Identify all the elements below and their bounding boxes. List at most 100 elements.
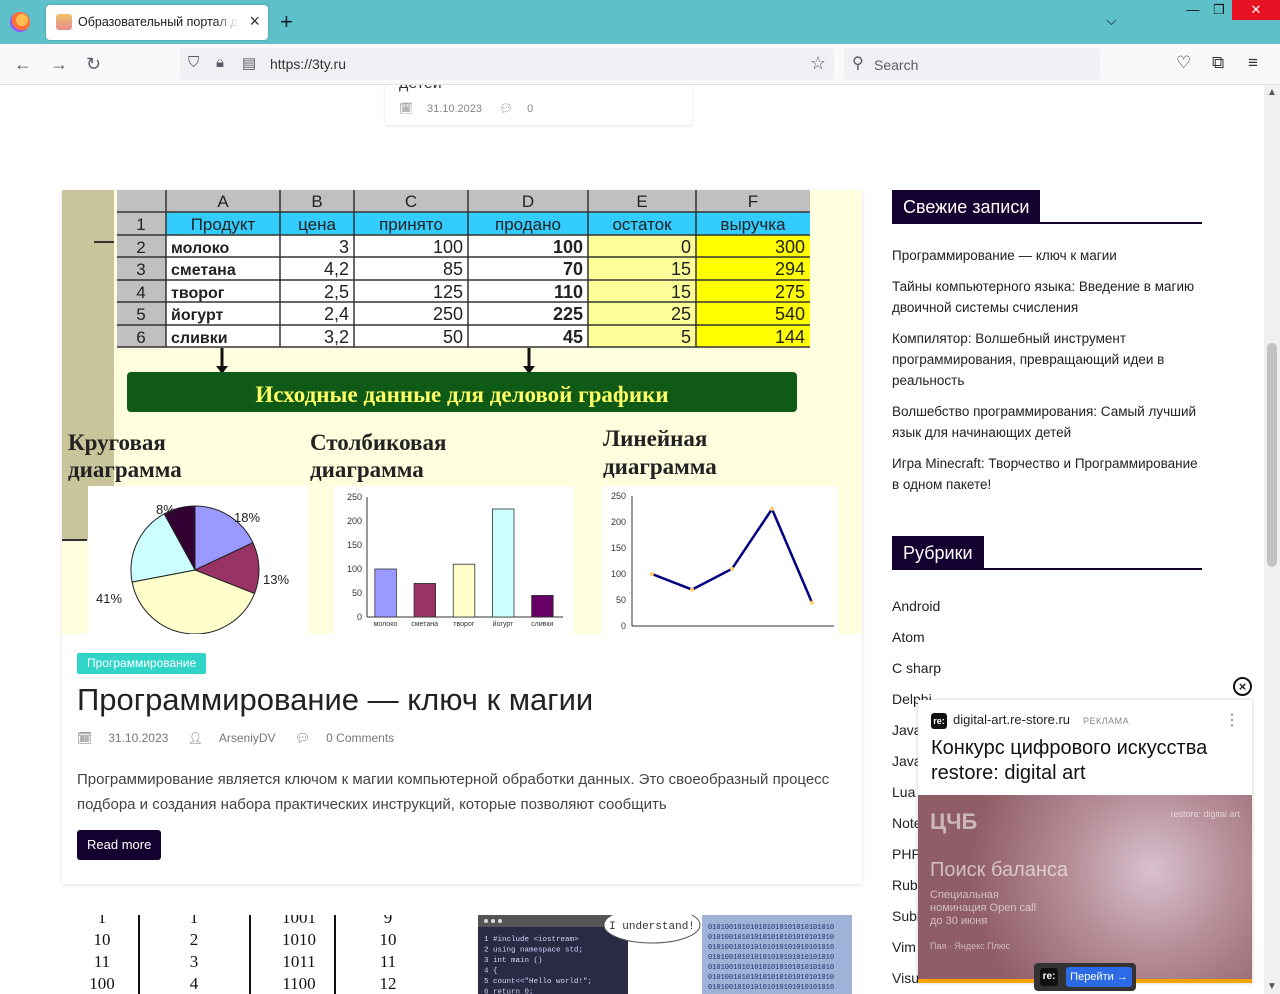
line-y-tick: 200 xyxy=(611,517,626,527)
sheet-cell: творог xyxy=(171,285,225,302)
sheet-cell: 50 xyxy=(443,327,463,347)
previous-post-card[interactable]: детей 🗓︎ 31.10.2023 💬︎ 0 xyxy=(385,85,692,125)
search-input[interactable]: ⚲ Search xyxy=(844,48,1100,80)
ad-visual-brand: restore: digital art xyxy=(1170,809,1240,819)
post-thumbnail-image[interactable]: A B C D E F 1 2 3 4 5 6 Продукт цена принято продано ост… xyxy=(62,190,862,634)
previous-post-title[interactable]: детей xyxy=(399,85,442,93)
sheet-cell: 125 xyxy=(433,282,463,302)
bookmark-star-icon[interactable]: ☆ xyxy=(810,53,826,74)
user-icon: 👤︎ xyxy=(187,731,203,745)
sheet-field-header: Продукт xyxy=(191,215,256,234)
active-tab[interactable]: Образовательный портал для × xyxy=(46,5,268,40)
read-more-button[interactable]: Read more xyxy=(77,830,162,860)
ad-image[interactable]: ЦЧБ restore: digital art Поиск баланса С… xyxy=(918,795,1252,983)
tab-title: Образовательный портал для xyxy=(78,15,238,29)
scrollbar-thumb[interactable] xyxy=(1267,343,1277,567)
line-point xyxy=(730,566,734,571)
sheet-cell: 45 xyxy=(563,327,583,347)
ad-visual-subtext: Специальная номинация Open call до 30 ию… xyxy=(930,889,1037,927)
ad-headline[interactable]: Конкурс цифрового искусства restore: dig… xyxy=(931,736,1231,786)
recent-posts-title: Свежие записи xyxy=(892,190,1041,224)
page-viewport: детей 🗓︎31.10.2023 💬︎0 ABCDEF123456Проду… xyxy=(0,85,1264,994)
sheet-cell: 4,2 xyxy=(324,259,349,279)
menu-hamburger-icon[interactable]: ≡ xyxy=(1248,53,1258,73)
binary-cell: 1 xyxy=(98,915,107,927)
close-tab-icon[interactable]: × xyxy=(249,11,260,32)
line-point xyxy=(690,587,694,592)
reload-icon[interactable]: ↻ xyxy=(86,54,101,75)
pocket-icon[interactable]: ♡ xyxy=(1176,53,1191,73)
page-scrollbar[interactable]: ▲ ▼ xyxy=(1264,85,1280,994)
post-date[interactable]: 31.10.2023 xyxy=(108,731,168,745)
recent-post-link[interactable]: Волшебство программирования: Самый лучши… xyxy=(892,401,1204,443)
binary-cell: 4 xyxy=(190,974,199,993)
ad-go-button[interactable]: Перейти → xyxy=(1066,967,1132,987)
shield-icon[interactable]: ⛉ xyxy=(188,54,199,71)
code-post-card[interactable]: 1 #include <iostream> 2 using namespace s… xyxy=(472,915,862,994)
line-title-line1: Линейная xyxy=(603,426,707,451)
binary-cell: 11 xyxy=(94,952,110,971)
category-link[interactable]: Atom xyxy=(892,622,1204,653)
advertisement[interactable]: re: digital-art.re-store.ru РЕКЛАМА ⋮ Ко… xyxy=(918,700,1252,983)
bar xyxy=(492,508,515,618)
firefox-icon[interactable] xyxy=(10,12,30,32)
featured-post-card: A B C D E F 1 2 3 4 5 6 Продукт цена принято продано ост… xyxy=(62,190,862,884)
bar xyxy=(413,582,437,618)
post-comments[interactable]: 0 Comments xyxy=(326,731,394,745)
category-badge[interactable]: Программирование xyxy=(77,653,207,674)
category-link[interactable]: C sharp xyxy=(892,653,1204,684)
post-title[interactable]: Программирование — ключ к магии xyxy=(77,682,593,718)
comment-icon: 💬︎ xyxy=(294,731,311,745)
ad-more-options-icon[interactable]: ⋮ xyxy=(1224,710,1240,730)
bar xyxy=(452,563,476,618)
new-tab-plus-icon[interactable]: + xyxy=(280,9,293,35)
category-link[interactable]: Android xyxy=(892,591,1204,622)
sheet-row-number: 5 xyxy=(136,305,145,324)
ad-visual-footer: Пая · Яндекс Плюс xyxy=(930,941,1011,951)
sheet-cell: 275 xyxy=(775,282,805,302)
sheet-row-number: 6 xyxy=(136,328,145,347)
address-bar[interactable]: ⛉ 🔒︎ ▤ https://3ty.ru ☆ xyxy=(180,48,834,80)
url-text[interactable]: https://3ty.ru xyxy=(270,56,346,72)
pie-label-41: 41% xyxy=(96,591,122,606)
binary-cell: 3 xyxy=(190,952,199,971)
recent-post-link[interactable]: Программирование — ключ к магии xyxy=(892,245,1204,266)
sheet-cell: 100 xyxy=(433,237,463,257)
binary-cell: 100 xyxy=(89,974,115,993)
ad-cta[interactable]: re: Перейти → xyxy=(1034,963,1136,991)
categories-heading: Рубрики xyxy=(892,536,1202,570)
ad-close-icon[interactable]: × xyxy=(1233,677,1252,696)
sheet-cell: 2,4 xyxy=(324,304,349,324)
post-meta: 🗓︎ 31.10.2023 👤︎ ArseniyDV 💬︎ 0 Comments xyxy=(77,731,410,745)
recent-post-link[interactable]: Тайны компьютерного языка: Введение в ма… xyxy=(892,276,1204,318)
calendar-icon: 🗓︎ xyxy=(77,731,93,745)
recent-post-link[interactable]: Игра Minecraft: Творчество и Программиро… xyxy=(892,453,1204,495)
code-line: 3 int main () xyxy=(484,957,543,965)
reader-view-icon[interactable]: ▤ xyxy=(242,54,256,72)
lock-icon[interactable]: 🔒︎ xyxy=(216,54,224,71)
back-arrow-icon[interactable]: ← xyxy=(14,54,32,75)
bar-x-label: сливки xyxy=(531,621,553,628)
ad-cta-logo: re: xyxy=(1040,968,1058,986)
extensions-icon[interactable]: ⧉ xyxy=(1212,53,1224,73)
ad-brand-logo: re: xyxy=(931,713,947,729)
binary-table-image: 1 1 1001 910 2 1010 1011 3 1011 11100 4 1100 12 xyxy=(62,915,422,994)
forward-arrow-icon[interactable]: → xyxy=(50,54,68,75)
post-author[interactable]: ArseniyDV xyxy=(219,731,276,745)
scroll-up-icon[interactable]: ▲ xyxy=(1267,87,1277,98)
navigation-toolbar: ← → ↻ ⛉ 🔒︎ ▤ https://3ty.ru ☆ ⚲ Search ♡… xyxy=(0,44,1280,85)
previous-post-comments[interactable]: 0 xyxy=(527,103,533,115)
sheet-cell: сливки xyxy=(171,330,228,347)
binary-post-card[interactable]: 1 1 1001 9 10 2 1010 10 11 3 1011 11 100 4 1100 12 xyxy=(62,915,422,994)
recent-post-link[interactable]: Компилятор: Волшебный инструмент програм… xyxy=(892,328,1204,391)
binary-pattern-line: 010100101010101010101010101010 xyxy=(708,984,834,992)
ad-domain[interactable]: digital-art.re-store.ru xyxy=(953,712,1070,727)
line-point xyxy=(650,572,654,576)
line-y-tick: 50 xyxy=(616,595,626,605)
line-point xyxy=(770,507,774,511)
close-window-icon[interactable]: ✕ xyxy=(1232,0,1280,20)
list-tabs-chevron-icon[interactable]: ⌵ xyxy=(1106,12,1117,29)
sheet-cell: 3,2 xyxy=(324,327,349,347)
scroll-down-icon[interactable]: ▼ xyxy=(1267,981,1277,992)
spreadsheet-chart-illustration: A B C D E F123456Продукт цена принято продано ост… xyxy=(62,190,838,634)
